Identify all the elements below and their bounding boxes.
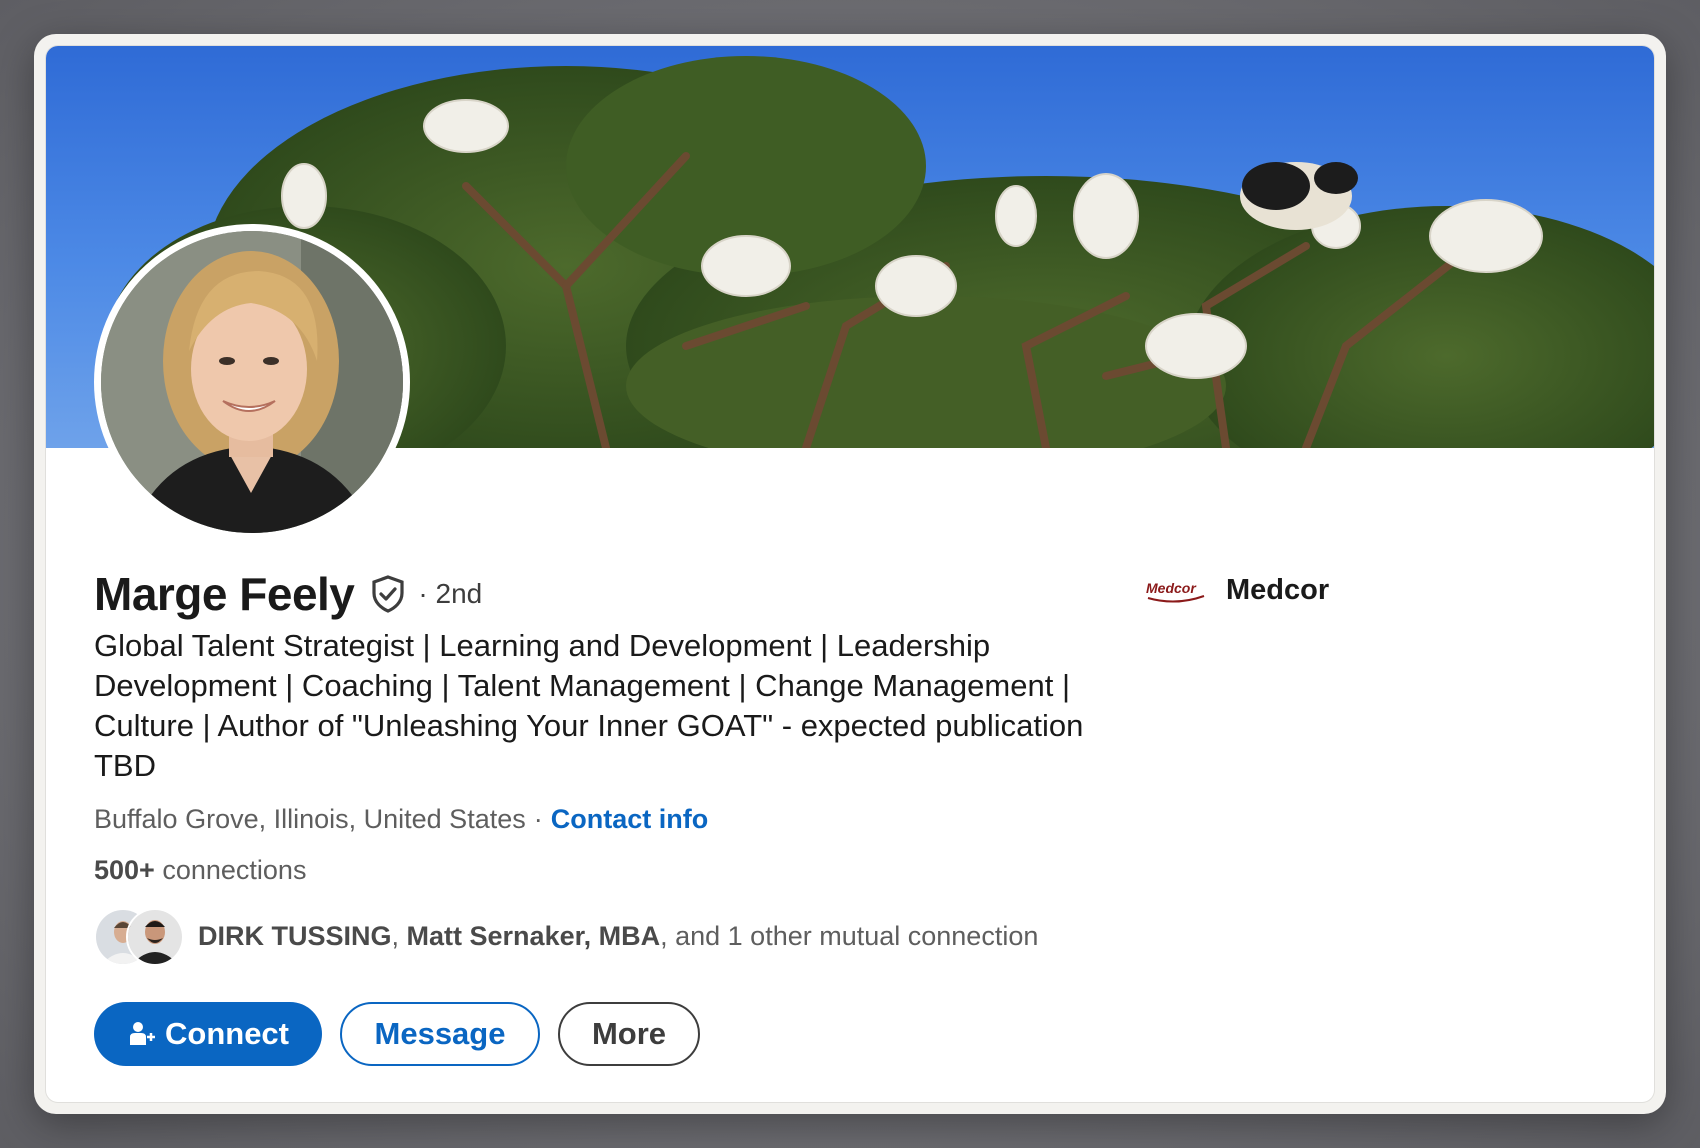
profile-avatar[interactable]: [94, 224, 410, 540]
profile-headline: Global Talent Strategist | Learning and …: [94, 628, 1084, 783]
profile-location: Buffalo Grove, Illinois, United States: [94, 804, 526, 834]
mutual-name-1: DIRK TUSSING: [198, 920, 392, 951]
profile-name: Marge Feely: [94, 568, 355, 620]
mutual-avatars: [94, 908, 184, 966]
profile-card: Medcor Medcor Marge Feely · 2nd Global T…: [46, 46, 1654, 1102]
verified-shield-icon[interactable]: [368, 574, 408, 614]
contact-info-link[interactable]: Contact info: [551, 804, 708, 835]
connections-count[interactable]: 500+ connections: [94, 855, 1134, 886]
mutual-connections-text: DIRK TUSSING, Matt Sernaker, MBA, and 1 …: [198, 920, 1039, 951]
current-company[interactable]: Medcor Medcor: [1144, 574, 1329, 607]
mutual-name-2: Matt Sernaker, MBA: [406, 920, 661, 951]
company-name: Medcor: [1226, 574, 1330, 606]
connections-label: connections: [162, 855, 307, 885]
more-button[interactable]: More: [558, 1002, 700, 1066]
connect-button[interactable]: Connect: [94, 1002, 322, 1066]
profile-info: Marge Feely · 2nd Global Talent Strategi…: [94, 566, 1134, 1066]
connections-number: 500+: [94, 855, 155, 885]
name-row: Marge Feely · 2nd: [94, 566, 1134, 622]
profile-photo: [101, 231, 403, 533]
mutual-rest: , and 1 other mutual connection: [660, 920, 1039, 951]
connect-label: Connect: [165, 1016, 289, 1051]
svg-text:Medcor: Medcor: [1146, 580, 1197, 596]
connection-degree: · 2nd: [418, 578, 483, 609]
profile-actions: Connect Message More: [94, 1002, 1134, 1066]
message-button[interactable]: Message: [340, 1002, 540, 1066]
medcor-logo-icon: Medcor: [1146, 580, 1205, 602]
mutual-connections[interactable]: DIRK TUSSING, Matt Sernaker, MBA, and 1 …: [94, 906, 1134, 966]
separator-dot: ·: [533, 804, 543, 834]
add-person-icon: [130, 1022, 155, 1045]
mutual-avatar: [126, 908, 184, 966]
location-row: Buffalo Grove, Illinois, United States ·…: [94, 804, 1134, 835]
